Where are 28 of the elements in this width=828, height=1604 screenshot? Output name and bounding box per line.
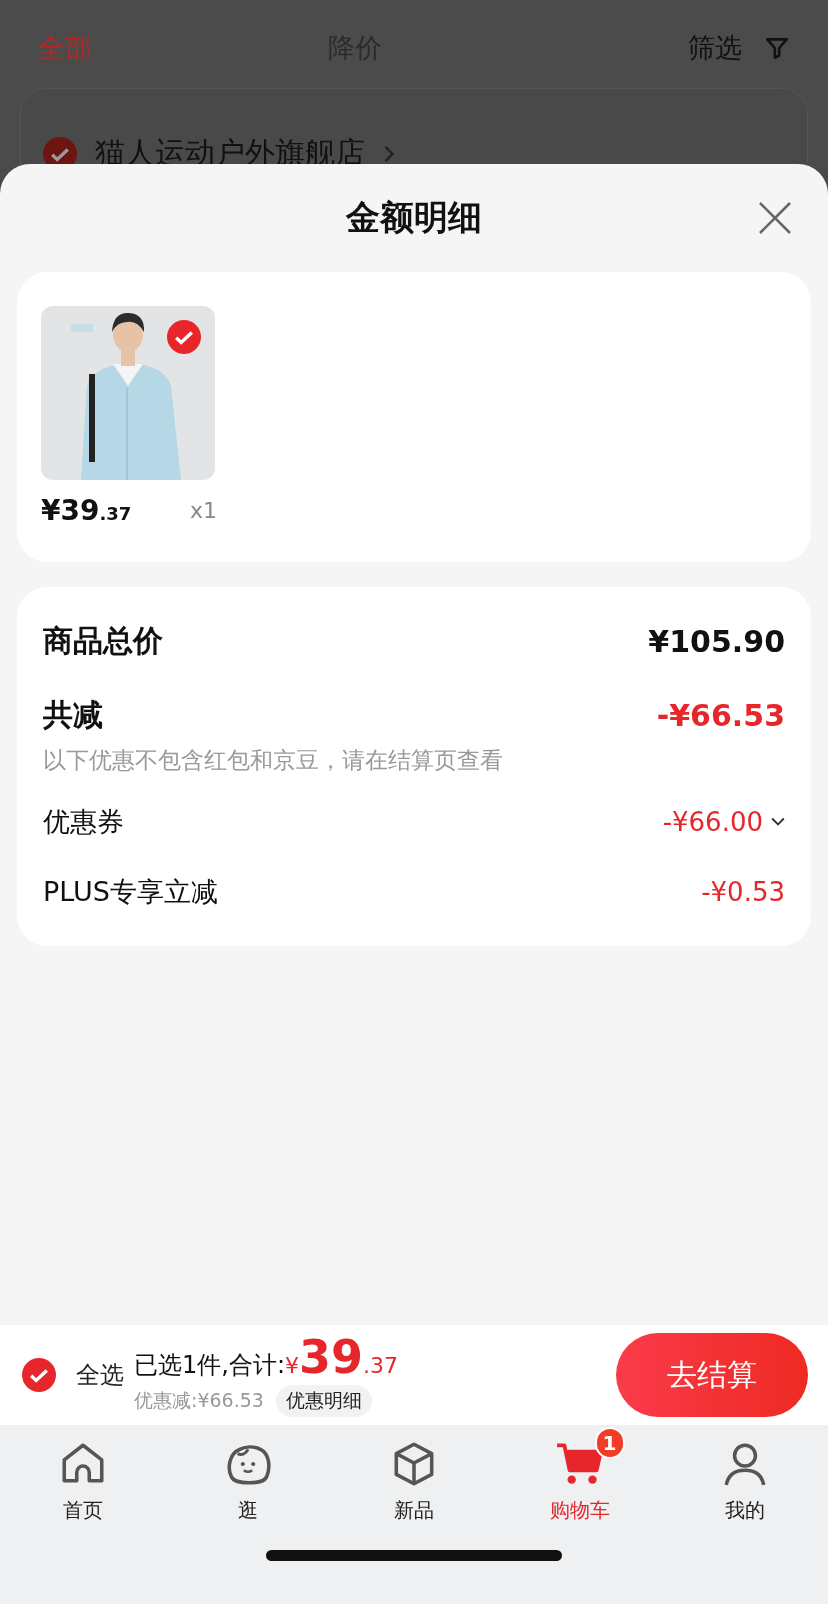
summary-amount: -¥66.53 <box>656 697 785 733</box>
summary-amount: -¥0.53 <box>701 877 785 907</box>
summary-note: 以下优惠不包含红包和京豆，请在结算页查看 <box>43 746 504 775</box>
discount-text: 优惠减:¥66.53 <box>134 1387 264 1413</box>
summary-label: 共减 <box>43 695 103 734</box>
summary-label: 优惠券 <box>43 805 124 839</box>
item-price: ¥39.37 <box>41 494 132 527</box>
select-all-label[interactable]: 全选 <box>76 1359 124 1391</box>
summary-amount: ¥105.90 <box>648 623 785 659</box>
discount-details-button[interactable]: 优惠明细 <box>275 1384 372 1417</box>
summary-label: 商品总价 <box>43 621 163 660</box>
sheet-title: 金额明细 <box>346 196 482 239</box>
summary-label: PLUS专享立减 <box>43 875 218 909</box>
summary-amount: -¥66.00 <box>662 807 763 837</box>
tab-bar-item[interactable]: 首页 <box>0 1427 166 1524</box>
checkout-button[interactable]: 去结算 <box>616 1333 808 1417</box>
selected-count-text: 已选1件,合计: <box>134 1349 285 1381</box>
item-quantity: x1 <box>189 498 217 523</box>
checkmark-badge-icon[interactable] <box>167 320 201 354</box>
tab-bar-item[interactable]: 逛 <box>165 1427 332 1524</box>
close-icon[interactable] <box>758 201 792 235</box>
checkbox-checked-icon[interactable] <box>22 1358 56 1392</box>
tab-bar-item[interactable]: 1 购物车 <box>496 1427 663 1524</box>
chevron-down-icon[interactable] <box>771 817 785 827</box>
tab-bar-item[interactable]: 我的 <box>662 1427 828 1524</box>
total-price: ¥39.37 <box>285 1333 398 1380</box>
count-badge: 1 <box>594 1427 625 1459</box>
tab-bar-item[interactable]: 新品 <box>331 1427 497 1524</box>
